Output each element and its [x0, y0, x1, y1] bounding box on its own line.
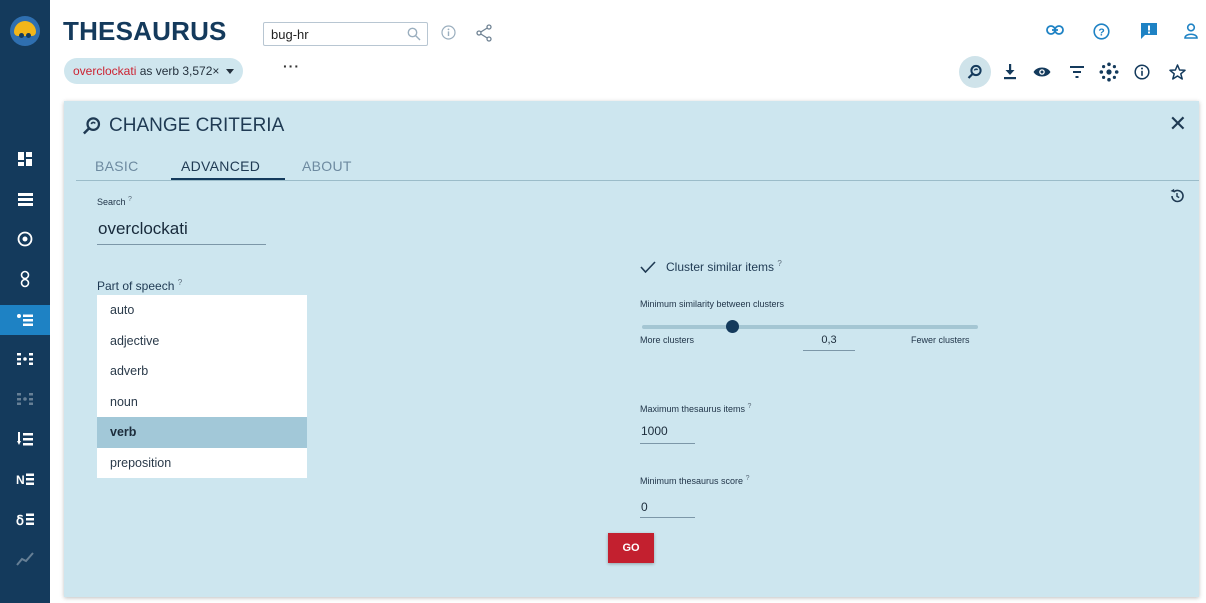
thesaurus-icon[interactable] — [0, 305, 50, 335]
change-criteria-icon — [82, 117, 101, 135]
pos-option-preposition[interactable]: preposition — [97, 448, 307, 479]
cluster-checkbox[interactable]: Cluster similar items ? — [640, 259, 782, 274]
min-score-input[interactable]: 0 — [641, 500, 648, 514]
query-word: overclockati — [73, 64, 137, 78]
close-icon[interactable]: ✕ — [1169, 113, 1187, 135]
similarity-slider-handle[interactable] — [726, 320, 739, 333]
checkmark-icon — [640, 260, 656, 273]
share-icon[interactable] — [476, 24, 492, 47]
panel-title: CHANGE CRITERIA — [82, 115, 284, 137]
user-icon[interactable] — [1184, 23, 1198, 44]
concordance-icon[interactable] — [0, 186, 50, 212]
similarity-value-input[interactable]: 0,3 — [803, 334, 855, 351]
part-of-speech-list: auto adjective adverb noun verb preposit… — [97, 295, 307, 478]
info-icon[interactable] — [1129, 59, 1155, 85]
help-icon[interactable]: ? — [1093, 23, 1110, 45]
star-icon[interactable] — [1164, 59, 1190, 85]
corpus-name: bug-hr — [271, 27, 309, 42]
pos-option-noun[interactable]: noun — [97, 387, 307, 418]
tab-advanced[interactable]: ADVANCED — [181, 158, 260, 174]
sketch-diff-icon[interactable] — [0, 266, 50, 292]
help-hint[interactable]: ? — [128, 196, 132, 203]
min-score-label: Minimum thesaurus score ? — [640, 475, 750, 486]
svg-text:?: ? — [1098, 27, 1104, 39]
max-items-underline — [640, 443, 695, 444]
svg-text:N: N — [16, 473, 25, 485]
more-options-button[interactable]: ··· — [283, 58, 300, 74]
help-hint[interactable]: ? — [178, 278, 182, 287]
dashboard-icon[interactable] — [0, 146, 50, 172]
search-input-underline — [97, 244, 266, 245]
help-hint[interactable]: ? — [748, 403, 752, 410]
search-input[interactable]: overclockati — [98, 219, 188, 239]
help-hint[interactable]: ? — [777, 259, 781, 268]
corpus-selector[interactable]: bug-hr — [263, 22, 428, 46]
n-grams-icon[interactable]: N — [0, 466, 50, 492]
keywords-icon[interactable] — [0, 386, 50, 412]
criteria-tabs: BASIC ADVANCED ABOUT — [76, 153, 1199, 181]
pos-option-auto[interactable]: auto — [97, 295, 307, 326]
download-icon[interactable] — [997, 59, 1023, 85]
app-logo[interactable] — [10, 16, 40, 46]
filter-icon[interactable] — [1064, 59, 1090, 85]
cluster-icon[interactable] — [1096, 59, 1122, 85]
search-icon — [407, 27, 421, 41]
reset-icon[interactable] — [1169, 188, 1185, 209]
app-title: THESAURUS — [63, 16, 227, 46]
svg-text:ẟ: ẟ — [16, 513, 24, 526]
tab-basic[interactable]: BASIC — [95, 158, 139, 174]
part-of-speech-label: Part of speech ? — [97, 278, 183, 293]
chevron-down-icon — [226, 69, 235, 74]
pos-option-adverb[interactable]: adverb — [97, 356, 307, 387]
left-sidebar: N ẟ — [0, 0, 50, 603]
change-criteria-icon[interactable] — [959, 56, 991, 88]
panel-title-text: CHANGE CRITERIA — [109, 115, 285, 136]
trends-icon[interactable] — [0, 546, 50, 572]
ngrams-icon[interactable] — [0, 346, 50, 372]
min-score-underline — [640, 517, 695, 518]
cluster-label: Cluster similar items — [666, 260, 775, 274]
word-sketch-icon[interactable] — [0, 226, 50, 252]
feedback-icon[interactable] — [1141, 23, 1157, 44]
active-tab-indicator — [171, 178, 285, 180]
similarity-label: Minimum similarity between clusters — [640, 299, 785, 309]
max-items-input[interactable]: 1000 — [641, 424, 668, 438]
corpus-info-icon[interactable] — [441, 25, 456, 45]
query-details: as verb 3,572× — [136, 64, 220, 78]
search-label: Search ? — [97, 196, 132, 207]
terms-icon[interactable]: ẟ — [0, 506, 50, 532]
wordlist-icon[interactable] — [0, 426, 50, 452]
pos-option-adjective[interactable]: adjective — [97, 326, 307, 357]
help-hint[interactable]: ? — [746, 475, 750, 482]
max-items-label: Maximum thesaurus items ? — [640, 403, 752, 414]
change-criteria-panel: CHANGE CRITERIA ✕ BASIC ADVANCED ABOUT S… — [64, 101, 1199, 597]
fewer-clusters-label: Fewer clusters — [911, 335, 970, 345]
link-icon[interactable] — [1046, 23, 1064, 42]
similarity-slider[interactable] — [642, 325, 978, 329]
more-clusters-label: More clusters — [640, 335, 695, 345]
go-button[interactable]: GO — [608, 533, 654, 563]
query-selector[interactable]: overclockati as verb 3,572× — [64, 58, 244, 84]
tab-about[interactable]: ABOUT — [302, 158, 352, 174]
view-icon[interactable] — [1029, 59, 1055, 85]
pos-option-verb[interactable]: verb — [97, 417, 307, 448]
